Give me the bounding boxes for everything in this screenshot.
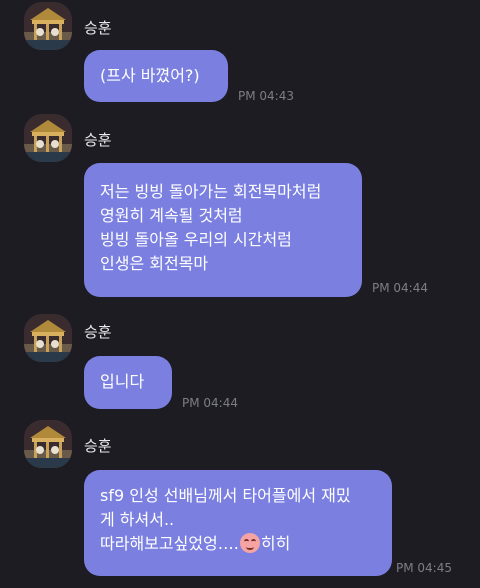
message-bubble[interactable]: 저는 빙빙 돌아가는 회전목마처럼 영원히 계속될 것처럼 빙빙 돌아올 우리의…: [84, 163, 362, 297]
message-text: 게 하셔서..: [100, 510, 175, 529]
sender-name: 승훈: [84, 437, 112, 455]
message-text: 따라해보고싶었엉….: [100, 534, 239, 553]
message-bubble[interactable]: 입니다: [84, 356, 172, 409]
sender-name: 승훈: [84, 323, 112, 341]
message-text: (프사 바꼈어?): [100, 66, 200, 85]
message-text: 영원히 계속될 것처럼: [100, 206, 243, 225]
avatar[interactable]: [24, 420, 72, 468]
message-text: 히히: [260, 534, 291, 553]
message-timestamp: PM 04:44: [182, 396, 238, 410]
sender-name: 승훈: [84, 19, 112, 37]
message-text: 인생은 회전목마: [100, 254, 209, 273]
message-bubble[interactable]: (프사 바꼈어?): [84, 50, 228, 102]
message-text: 빙빙 돌아올 우리의 시간처럼: [100, 230, 292, 249]
message-timestamp: PM 04:44: [372, 281, 428, 295]
message-text: 입니다: [100, 372, 145, 391]
sender-name: 승훈: [84, 131, 112, 149]
smiling-face-emoji-icon: [239, 533, 260, 553]
message-timestamp: PM 04:45: [396, 561, 452, 575]
message-text: 저는 빙빙 돌아가는 회전목마처럼: [100, 182, 322, 201]
message-line: 따라해보고싶었엉…. 히히: [100, 532, 376, 556]
message-text: sf9 인성 선배님께서 타어플에서 재밌: [100, 486, 351, 505]
avatar[interactable]: [24, 114, 72, 162]
message-timestamp: PM 04:43: [238, 89, 294, 103]
message-bubble[interactable]: sf9 인성 선배님께서 타어플에서 재밌 게 하셔서.. 따라해보고싶었엉….…: [84, 470, 392, 576]
avatar[interactable]: [24, 2, 72, 50]
avatar[interactable]: [24, 314, 72, 362]
